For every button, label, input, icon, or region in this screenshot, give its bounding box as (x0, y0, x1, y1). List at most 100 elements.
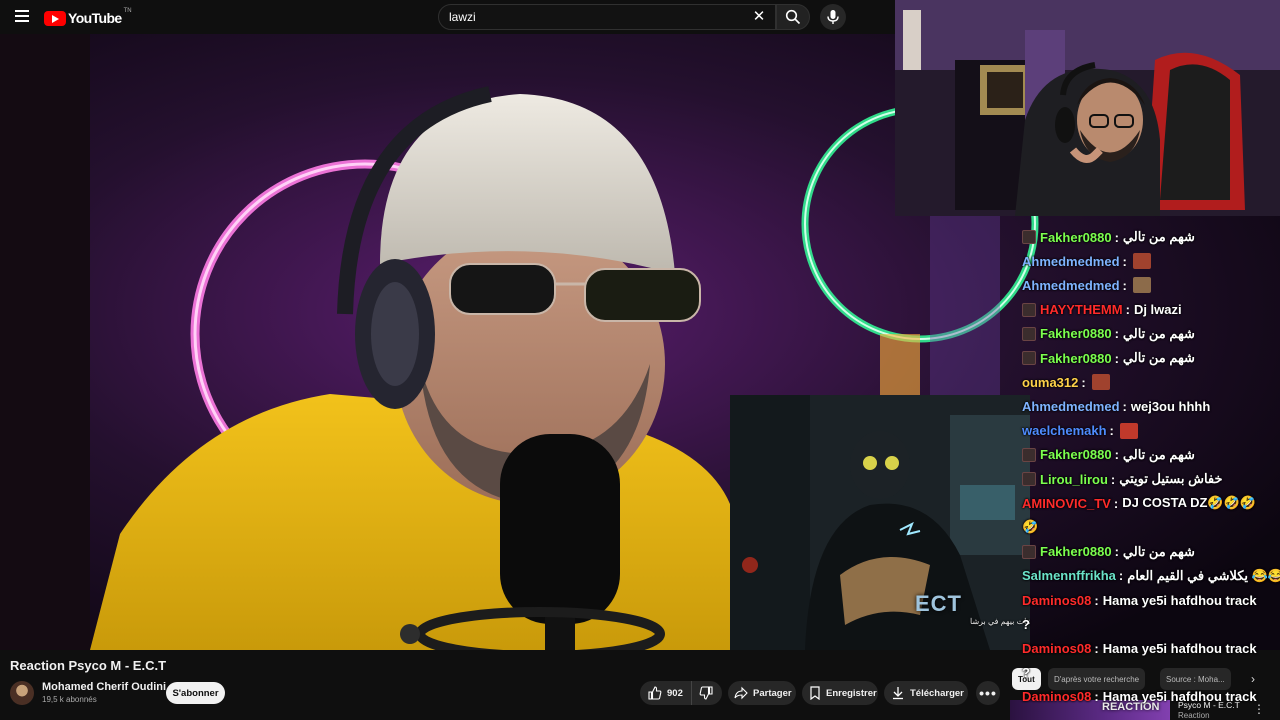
play-logo-icon (44, 10, 66, 26)
logo-region: TN (123, 8, 132, 14)
chat-message: Fakher0880: شهم من تالي (1022, 541, 1274, 563)
chat-emote-icon (1132, 277, 1151, 294)
chat-username[interactable]: waelchemakh (1022, 423, 1107, 438)
subscribe-button[interactable]: S'abonner (166, 682, 225, 704)
cover-art-image (730, 395, 1030, 650)
save-label: Enregistrer (826, 687, 877, 699)
search-box: ✕ (438, 4, 776, 30)
cover-art-overlay[interactable]: ECT الفيزيك وتكلاشي باش تبات بيهم في برش… (730, 395, 1030, 650)
chat-message: ? (1022, 613, 1274, 635)
search-input[interactable] (439, 10, 729, 24)
share-label: Partager (753, 687, 792, 699)
microphone-icon (827, 10, 839, 24)
chat-username[interactable]: Fakher0880 (1040, 230, 1112, 245)
chat-text: Hama ye5i hafdhou track (1102, 592, 1257, 608)
chat-emote-icon (1091, 374, 1110, 391)
thumbs-up-icon (648, 686, 662, 700)
video-title: Reaction Psyco M - E.C.T (10, 658, 167, 673)
chat-separator: : (1118, 568, 1124, 584)
chat-username[interactable]: Salmennffrikha (1022, 568, 1116, 583)
chat-text: ? (1022, 616, 1030, 632)
youtube-logo[interactable]: YouTube TN (44, 8, 132, 27)
chat-username[interactable]: Daminos08 (1022, 689, 1091, 704)
chat-message: AMINOVIC_TV: DJ COSTA DZ🤣🤣🤣 (1022, 492, 1274, 514)
chat-message: Ahmedmedmed: wej3ou hhhh (1022, 395, 1274, 417)
chat-message: ouma312: (1022, 371, 1274, 393)
download-button[interactable]: Télécharger (884, 681, 968, 705)
chat-message: 🤣 (1022, 516, 1274, 538)
webcam-overlay[interactable] (895, 0, 1280, 216)
channel-name[interactable]: Mohamed Cherif Oudini (42, 681, 166, 693)
chat-separator: : (1094, 689, 1099, 705)
chat-username[interactable]: AMINOVIC_TV (1022, 496, 1111, 511)
logo-text: YouTube (68, 10, 122, 26)
chat-text: 🤣 (1022, 519, 1039, 535)
like-dislike-group: 902 (640, 681, 722, 705)
chat-message: Daminos08: Hama ye5i hafdhou track (1022, 637, 1274, 659)
chat-separator: : (1114, 447, 1119, 463)
chat-badge-icon (1022, 472, 1036, 486)
chat-message: ? (1022, 662, 1274, 684)
search-icon (785, 9, 801, 25)
share-button[interactable]: Partager (728, 681, 796, 705)
chat-message: waelchemakh: (1022, 420, 1274, 442)
chat-text: ? (1022, 665, 1030, 681)
chat-badge-icon (1022, 326, 1036, 341)
chat-text: شهم من تالي (1122, 446, 1195, 462)
save-button[interactable]: Enregistrer (802, 681, 878, 705)
chat-username[interactable]: Ahmedmedmed (1022, 254, 1120, 269)
chat-message: HAYYTHEMM: Dj lwazi (1022, 299, 1274, 321)
download-label: Télécharger (910, 687, 964, 699)
search-button[interactable] (776, 4, 810, 30)
chat-username[interactable]: Lirou_lirou (1040, 472, 1108, 487)
chat-badge-icon (1022, 230, 1036, 244)
chat-username[interactable]: Daminos08 (1022, 593, 1091, 608)
chat-text: يكلاشي في القيم العام 😂😂 (1127, 567, 1280, 583)
thumbs-down-icon (699, 686, 713, 700)
chat-separator: : (1125, 302, 1130, 318)
chat-message: Daminos08: Hama ye5i hafdhou track (1022, 589, 1274, 611)
more-horizontal-icon: ••• (979, 685, 997, 701)
chat-username[interactable]: ouma312 (1022, 375, 1078, 390)
cover-art-title: ECT (915, 591, 962, 616)
chat-username[interactable]: Ahmedmedmed (1022, 399, 1120, 414)
share-icon (734, 686, 748, 700)
chat-text: شهم من تالي (1122, 543, 1195, 559)
chat-message: Ahmedmedmed: (1022, 274, 1274, 296)
chat-badge-icon (1022, 302, 1036, 317)
chat-text: شهم من تالي (1122, 325, 1195, 341)
chat-separator: : (1094, 640, 1099, 656)
chat-badge-icon (1022, 447, 1036, 462)
avatar[interactable] (10, 681, 34, 705)
chat-text: شهم من تالي (1122, 350, 1195, 365)
chat-text: Hama ye5i hafdhou track (1102, 640, 1257, 656)
subscriber-count: 19,5 k abonnés (42, 695, 97, 704)
chat-separator: : (1122, 253, 1127, 269)
voice-search-button[interactable] (820, 4, 846, 30)
chat-text: wej3ou hhhh (1130, 398, 1211, 414)
menu-icon[interactable] (10, 7, 34, 27)
chat-emote-icon (1119, 422, 1138, 439)
chat-username[interactable]: HAYYTHEMM (1040, 302, 1123, 317)
bookmark-icon (810, 686, 820, 700)
chat-username[interactable]: Fakher0880 (1040, 544, 1112, 559)
chat-text: Dj lwazi (1133, 302, 1182, 318)
dislike-button[interactable] (692, 681, 713, 705)
chat-separator: : (1081, 374, 1086, 390)
like-button[interactable]: 902 (640, 681, 692, 705)
chat-message: Fakher0880: شهم من تالي (1022, 323, 1274, 345)
chat-text: شهم من تالي (1122, 229, 1195, 244)
chat-separator: : (1114, 544, 1119, 560)
chat-username[interactable]: Fakher0880 (1040, 447, 1112, 462)
close-icon[interactable]: ✕ (751, 9, 767, 25)
chat-message: Fakher0880: شهم من تالي (1022, 226, 1274, 248)
chat-text: خفاش بستيل تويتي (1119, 471, 1223, 486)
chat-separator: : (1122, 277, 1127, 293)
chat-username[interactable]: Daminos08 (1022, 641, 1091, 656)
chat-username[interactable]: Fakher0880 (1040, 326, 1112, 341)
chat-username[interactable]: Fakher0880 (1040, 351, 1112, 366)
more-actions-button[interactable]: ••• (976, 681, 1000, 705)
chat-separator: : (1122, 398, 1127, 414)
chat-username[interactable]: Ahmedmedmed (1022, 278, 1120, 293)
webcam-frame (895, 0, 1280, 216)
